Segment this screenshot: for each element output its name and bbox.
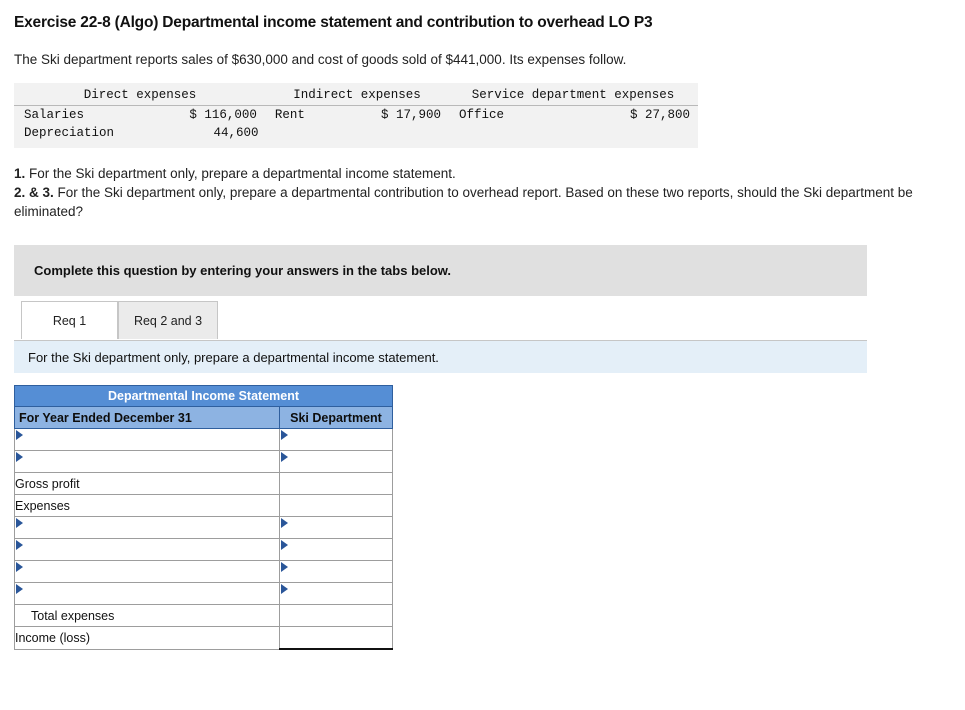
requirement-1-text: For the Ski department only, prepare a d…	[25, 166, 456, 181]
dropdown-arrow-icon	[281, 452, 288, 463]
statement-row-gross-profit-amount[interactable]	[279, 472, 393, 496]
statement-row-total-expenses-label: Total expenses	[14, 604, 280, 628]
row1-direct-label: Depreciation	[24, 126, 115, 140]
dropdown-arrow-icon	[281, 562, 288, 573]
statement-row-6-amount-input[interactable]	[279, 560, 393, 584]
row0-indirect-label: Rent	[274, 108, 305, 122]
intro-text: The Ski department reports sales of $630…	[14, 52, 627, 67]
statement-row-0-label-input[interactable]	[14, 428, 280, 452]
row0-service-label: Office	[459, 108, 505, 122]
table-row: Total expenses	[14, 604, 393, 628]
requirements-text: 1. For the Ski department only, prepare …	[0, 148, 944, 221]
requirement-2-3: 2. & 3. For the Ski department only, pre…	[14, 183, 944, 221]
dropdown-arrow-icon	[281, 518, 288, 529]
tab-req-2-and-3[interactable]: Req 2 and 3	[118, 301, 218, 340]
question-prompt-text: For the Ski department only, prepare a d…	[28, 349, 439, 365]
table-row	[14, 428, 393, 452]
statement-row-1-label-input[interactable]	[14, 450, 280, 474]
row0-direct-label: Salaries	[24, 108, 85, 122]
table-row: Salaries $ 116,000 Rent $ 17,900 Office …	[14, 106, 698, 124]
statement-row-expenses-amount[interactable]	[279, 494, 393, 518]
dropdown-arrow-icon	[16, 430, 23, 441]
statement-row-7-amount-input[interactable]	[279, 582, 393, 606]
statement-title: Departmental Income Statement	[14, 385, 393, 408]
statement-row-5-label-input[interactable]	[14, 538, 280, 562]
tab-bar: Req 1 Req 2 and 3	[14, 296, 867, 342]
row0-direct-amount: $ 116,000	[189, 108, 257, 122]
row1-indirect-amount	[347, 126, 450, 140]
table-row: Gross profit	[14, 472, 393, 496]
row1-indirect-label	[267, 126, 347, 140]
dropdown-arrow-icon	[16, 584, 23, 595]
statement-row-5-amount-input[interactable]	[279, 538, 393, 562]
statement-title-row: Departmental Income Statement	[14, 385, 393, 408]
page-title: Exercise 22-8 (Algo) Departmental income…	[14, 14, 653, 31]
dropdown-arrow-icon	[16, 540, 23, 551]
statement-department-header: Ski Department	[279, 406, 393, 430]
row1-service-amount	[519, 126, 698, 140]
statement-row-4-amount-input[interactable]	[279, 516, 393, 540]
table-row	[14, 538, 393, 562]
table-row	[14, 560, 393, 584]
expenses-header-indirect: Indirect expenses	[293, 88, 421, 102]
requirement-2-3-number: 2. & 3.	[14, 185, 54, 201]
row0-service-amount: $ 27,800	[629, 108, 690, 122]
dropdown-arrow-icon	[281, 540, 288, 551]
statement-row-6-label-input[interactable]	[14, 560, 280, 584]
expenses-table-header: Direct expenses Indirect expenses Servic…	[14, 83, 698, 105]
statement-row-7-label-input[interactable]	[14, 582, 280, 606]
table-row: Income (loss)	[14, 626, 393, 651]
table-row: Depreciation 44,600	[14, 124, 698, 142]
statement-row-income-loss-label: Income (loss)	[14, 626, 280, 650]
tab-req-2-and-3-label: Req 2 and 3	[133, 313, 203, 328]
dropdown-arrow-icon	[16, 452, 23, 463]
dropdown-arrow-icon	[281, 430, 288, 441]
table-row	[14, 582, 393, 606]
exercise-page: Exercise 22-8 (Algo) Departmental income…	[0, 0, 965, 651]
requirement-1-number: 1.	[14, 166, 26, 181]
statement-row-expenses-label: Expenses	[14, 494, 280, 518]
expenses-header-direct: Direct expenses	[83, 88, 197, 102]
statement-row-0-amount-input[interactable]	[279, 428, 393, 452]
dropdown-arrow-icon	[16, 518, 23, 529]
statement-column-header-row: For Year Ended December 31 Ski Departmen…	[14, 406, 393, 430]
statement-row-4-label-input[interactable]	[14, 516, 280, 540]
requirement-2-3-text: For the Ski department only, prepare a d…	[14, 185, 913, 220]
active-tab-underline-mask	[22, 338, 117, 341]
table-row	[14, 516, 393, 540]
question-prompt-banner: For the Ski department only, prepare a d…	[14, 341, 867, 374]
row0-indirect-amount: $ 17,900	[380, 108, 441, 122]
row1-direct-amount: 44,600	[213, 126, 259, 140]
expenses-table: Direct expenses Indirect expenses Servic…	[14, 83, 698, 148]
table-row: Expenses	[14, 494, 393, 518]
statement-row-income-loss-amount[interactable]	[279, 626, 393, 651]
tab-req-1-label: Req 1	[52, 313, 87, 328]
statement-row-gross-profit-label: Gross profit	[14, 472, 280, 496]
instruction-banner-text: Complete this question by entering your …	[34, 263, 452, 279]
statement-row-total-expenses-amount[interactable]	[279, 604, 393, 628]
dropdown-arrow-icon	[16, 562, 23, 573]
tab-req-1[interactable]: Req 1	[21, 301, 118, 340]
statement-row-1-amount-input[interactable]	[279, 450, 393, 474]
table-row	[14, 450, 393, 474]
departmental-income-statement-table: Departmental Income Statement For Year E…	[14, 385, 393, 651]
instruction-banner: Complete this question by entering your …	[14, 245, 867, 297]
expenses-header-service: Service department expenses	[471, 88, 675, 102]
row1-service-label	[450, 126, 519, 140]
requirement-1: 1. For the Ski department only, prepare …	[14, 164, 944, 183]
statement-period-header: For Year Ended December 31	[14, 406, 280, 430]
dropdown-arrow-icon	[281, 584, 288, 595]
